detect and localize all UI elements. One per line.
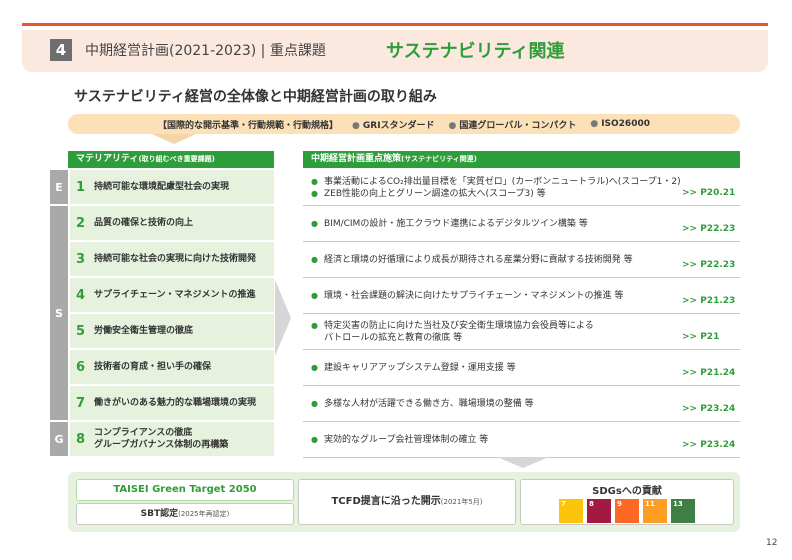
materiality-header: マテリアリティ(取り組むべき重要課題): [68, 151, 274, 168]
page-reference-link[interactable]: >> P21.23: [682, 296, 740, 306]
page-reference-link[interactable]: >> P23.24: [682, 440, 740, 450]
materiality-row: 8 コンプライアンスの徹底 グループガバナンス体制の再構築: [70, 422, 274, 456]
materiality-row: 4 サプライチェーン・マネジメントの推進: [70, 278, 274, 312]
top-accent-line: [22, 23, 768, 26]
section-number-badge: 4: [50, 39, 72, 61]
policy-row: ● 環境・社会課題の解決に向けたサプライチェーン・マネジメントの推進 等 >> P…: [303, 278, 740, 314]
sdg-7-icon: 7: [559, 499, 583, 523]
right-arrow-icon: [275, 280, 291, 356]
down-arrow-icon: [152, 134, 196, 144]
materiality-row: 5 労働安全衛生管理の徹底: [70, 314, 274, 348]
policy-row: ● 建設キャリアアップシステム登録・運用支援 等 >> P21.24: [303, 350, 740, 386]
page-reference-link[interactable]: >> P22.23: [682, 224, 740, 234]
page-title: 中期経営計画(2021-2023) | 重点課題: [85, 43, 326, 59]
policies-header: 中期経営計画重点施策(サステナビリティ関連): [303, 151, 740, 168]
sbt-box: SBT認定(2025年再認定): [76, 503, 294, 525]
esg-label-s: S: [50, 206, 68, 420]
policy-row: ● 実効的なグループ会社管理体制の確立 等 >> P23.24: [303, 422, 740, 458]
page-subtitle: サステナビリティ経営の全体像と中期経営計画の取り組み: [74, 89, 437, 105]
policy-row: ●特定災害の防止に向けた当社及び安全衛生環境協力会役員等による ●パトロールの拡…: [303, 314, 740, 350]
sdg-11-icon: 11: [643, 499, 667, 523]
materiality-row: 2 品質の確保と技術の向上: [70, 206, 274, 240]
policy-row: ● 経済と環境の好循環により成長が期待される産業分野に貢献する技術開発 等 >> …: [303, 242, 740, 278]
norms-item: ● GRIスタンダード: [352, 120, 435, 131]
page-reference-link[interactable]: >> P21: [682, 332, 740, 342]
sdg-9-icon: 9: [615, 499, 639, 523]
page-reference-link[interactable]: >> P20.21: [682, 188, 740, 198]
sdgs-title: SDGsへの貢献: [592, 486, 662, 497]
materiality-row: 7 働きがいのある魅力的な職場環境の実現: [70, 386, 274, 420]
materiality-row: 3 持続可能な社会の実現に向けた技術開発: [70, 242, 274, 276]
policy-row: ● 事業活動によるCO₂排出量目標を「実質ゼロ」(カーボンニュートラル)へ(スコー…: [303, 170, 740, 206]
tcfd-box: TCFD提言に沿った開示(2021年5月): [298, 479, 516, 525]
norms-item: ● 国連グローバル・コンパクト: [448, 120, 577, 131]
materiality-row: 1 持続可能な環境配慮型社会の実現: [70, 170, 274, 204]
sdgs-box: SDGsへの貢献 7 8 9 11 13: [520, 479, 734, 525]
norms-label: 【国際的な開示基準・行動規範・行動規格】: [158, 120, 339, 131]
esg-label-e: E: [50, 170, 68, 204]
sdg-8-icon: 8: [587, 499, 611, 523]
page-reference-link[interactable]: >> P21.24: [682, 368, 740, 378]
sdg-13-icon: 13: [671, 499, 695, 523]
norms-bar: 【国際的な開示基準・行動規範・行動規格】 ● GRIスタンダード ● 国連グローバル…: [68, 114, 740, 134]
down-arrow-icon: [497, 457, 549, 468]
policy-row: ● BIM/CIMの設計・施工クラウド連携によるデジタルツイン構築 等 >> P2…: [303, 206, 740, 242]
page-reference-link[interactable]: >> P23.24: [682, 404, 740, 414]
taisei-green-target-box: TAISEI Green Target 2050: [76, 479, 294, 501]
policy-row: ● 多様な人材が活躍できる働き方、職場環境の整備 等 >> P23.24: [303, 386, 740, 422]
materiality-row: 6 技術者の育成・担い手の確保: [70, 350, 274, 384]
norms-item: ● ISO26000: [590, 119, 650, 129]
page-title-highlight: サステナビリティ関連: [386, 41, 565, 62]
page-reference-link[interactable]: >> P22.23: [682, 260, 740, 270]
page-number: 12: [766, 538, 778, 548]
esg-label-g: G: [50, 422, 68, 456]
